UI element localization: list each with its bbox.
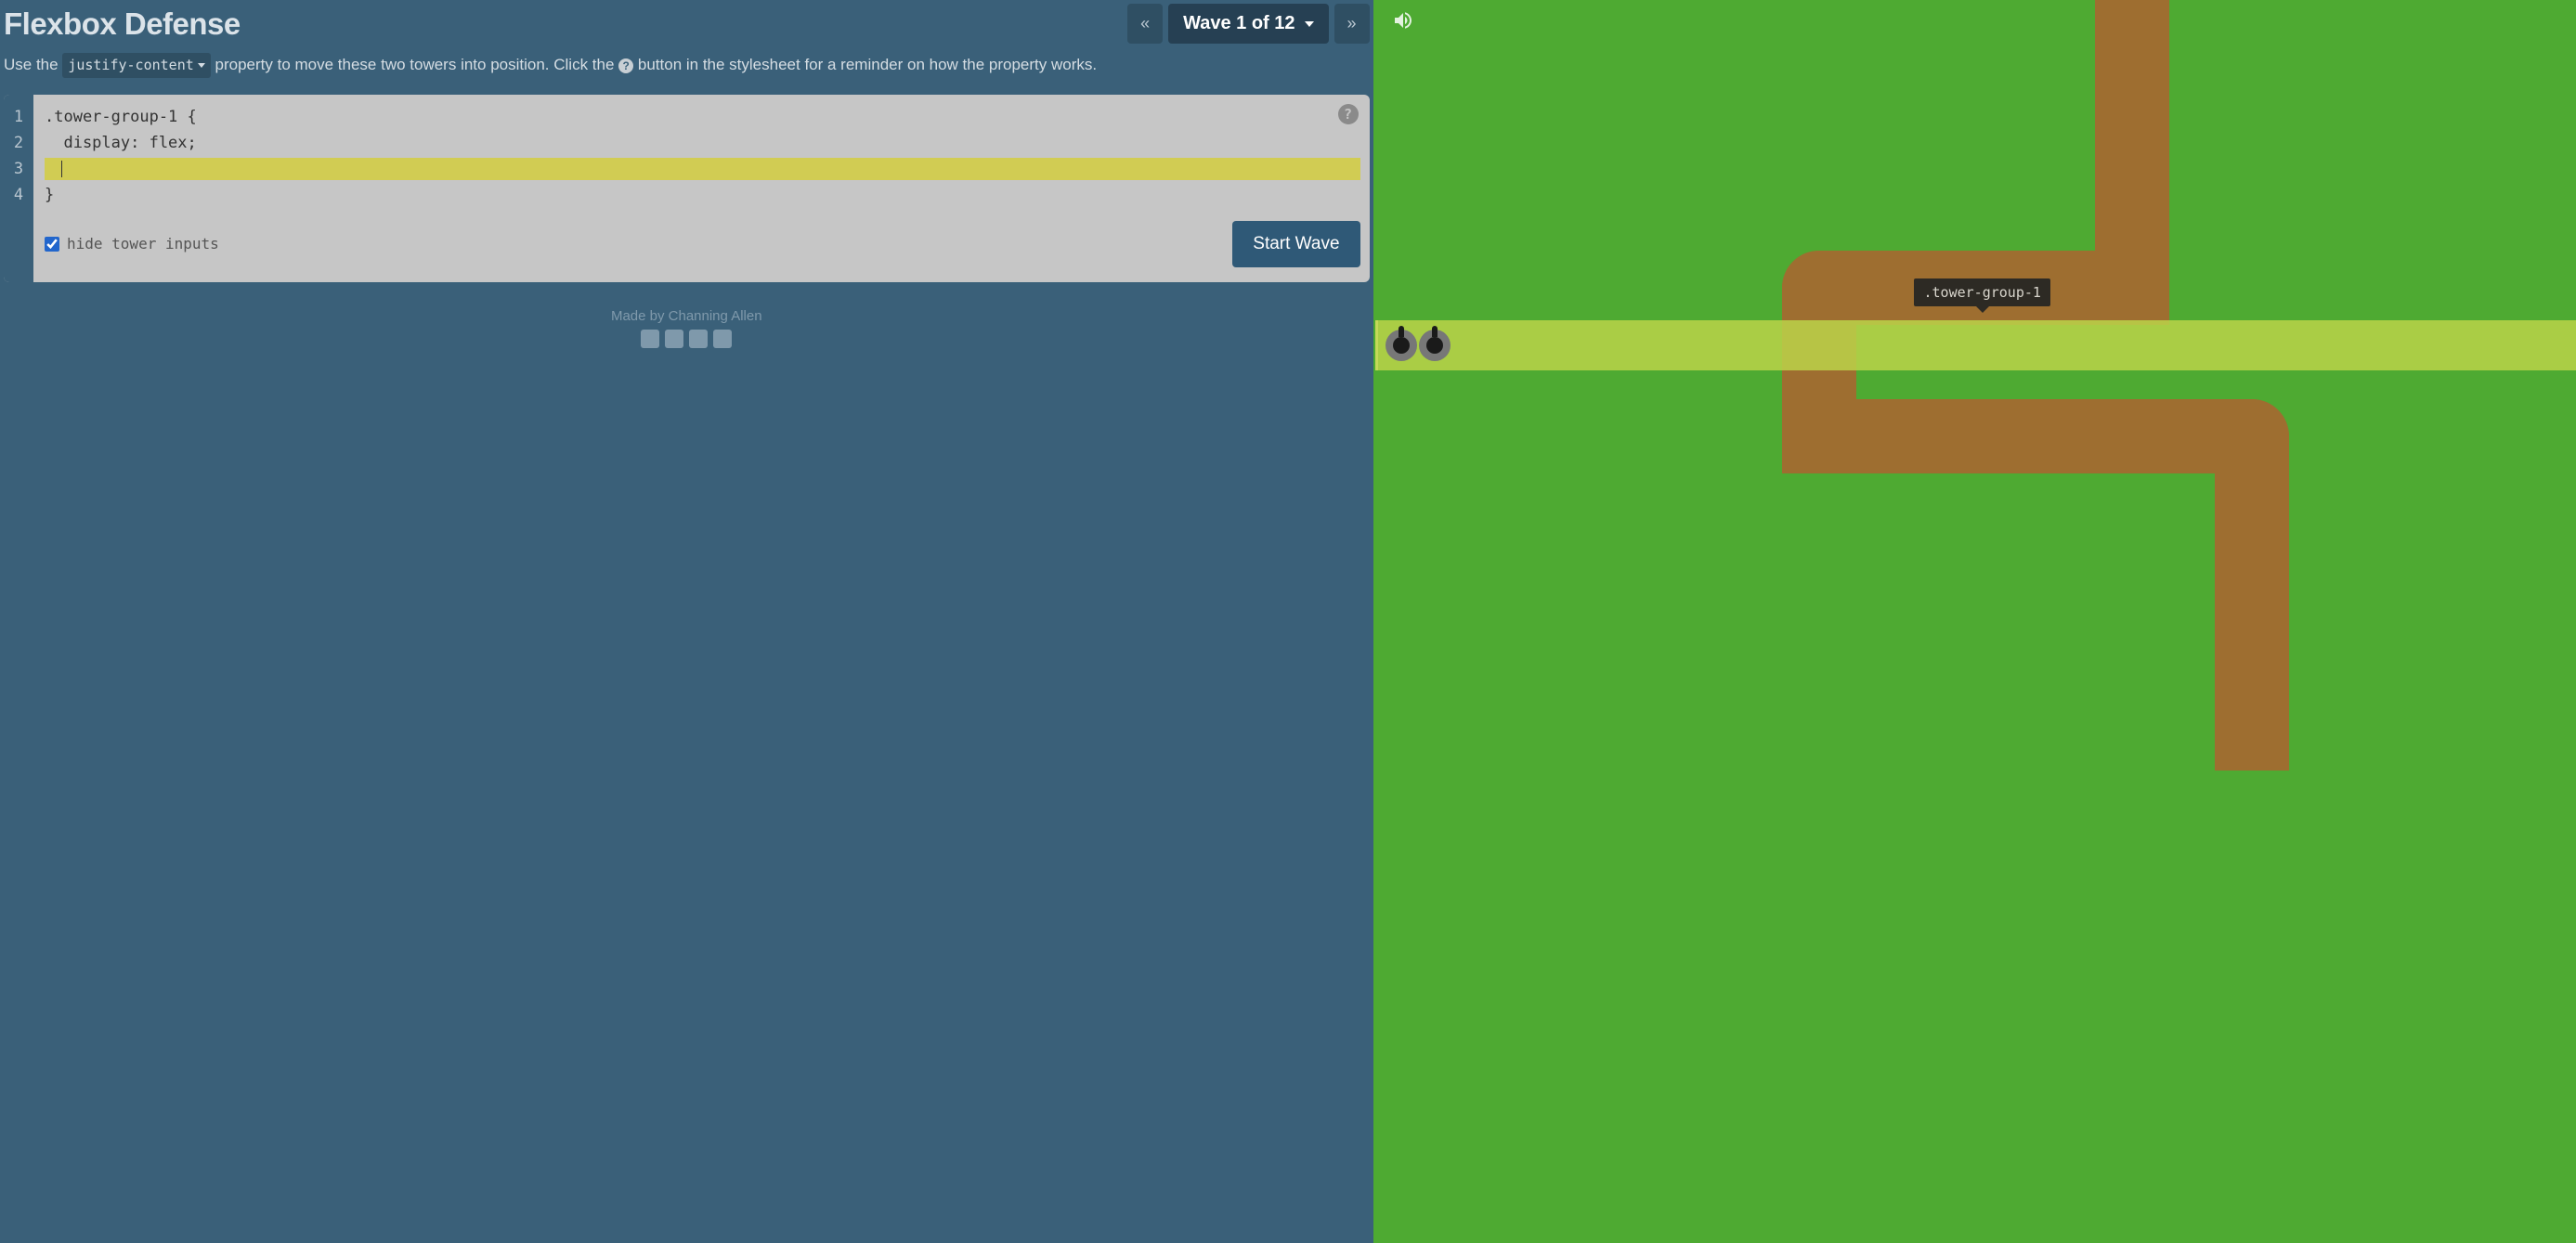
credits: Made by Channing Allen	[4, 308, 1370, 348]
tower-group-1	[1375, 320, 2576, 370]
hide-towers-toggle[interactable]: hide tower inputs	[45, 235, 219, 252]
tower-group-tooltip: .tower-group-1	[1914, 278, 2049, 306]
caret-down-icon	[198, 63, 205, 68]
enemy-path	[1782, 399, 2289, 473]
help-icon: ?	[618, 58, 633, 73]
hide-towers-checkbox[interactable]	[45, 237, 59, 252]
enemy-path	[2095, 0, 2169, 288]
wave-label: Wave 1 of 12	[1183, 13, 1295, 34]
prev-wave-button[interactable]: «	[1127, 4, 1163, 44]
tower[interactable]	[1419, 330, 1451, 361]
wave-nav: « Wave 1 of 12 »	[1127, 4, 1369, 44]
github-icon[interactable]	[713, 330, 732, 348]
next-wave-button[interactable]: »	[1334, 4, 1370, 44]
wave-select-button[interactable]: Wave 1 of 12	[1168, 4, 1328, 44]
sound-icon[interactable]	[1392, 9, 1414, 32]
facebook-icon[interactable]	[641, 330, 659, 348]
line-gutter: 1 2 3 4	[4, 95, 33, 282]
game-board: .tower-group-1	[1373, 0, 2576, 1243]
css-input[interactable]	[45, 158, 1360, 180]
instructions-text: Use the justify-content property to move…	[4, 53, 1370, 78]
hide-towers-label: hide tower inputs	[67, 235, 219, 252]
twitter-icon[interactable]	[665, 330, 683, 348]
property-chip[interactable]: justify-content	[62, 53, 210, 78]
css-editor: 1 2 3 4 ? .tower-group-1 { display: flex…	[4, 95, 1370, 282]
caret-down-icon	[1305, 21, 1314, 27]
editor-help-button[interactable]: ?	[1338, 104, 1359, 124]
enemy-path	[2215, 399, 2289, 770]
start-wave-button[interactable]: Start Wave	[1232, 221, 1360, 267]
code-line: .tower-group-1 {	[45, 104, 1360, 130]
linkedin-icon[interactable]	[689, 330, 708, 348]
app-title: Flexbox Defense	[4, 6, 241, 42]
code-line: display: flex;	[45, 130, 1360, 156]
tower[interactable]	[1386, 330, 1417, 361]
code-line: }	[45, 182, 1360, 208]
